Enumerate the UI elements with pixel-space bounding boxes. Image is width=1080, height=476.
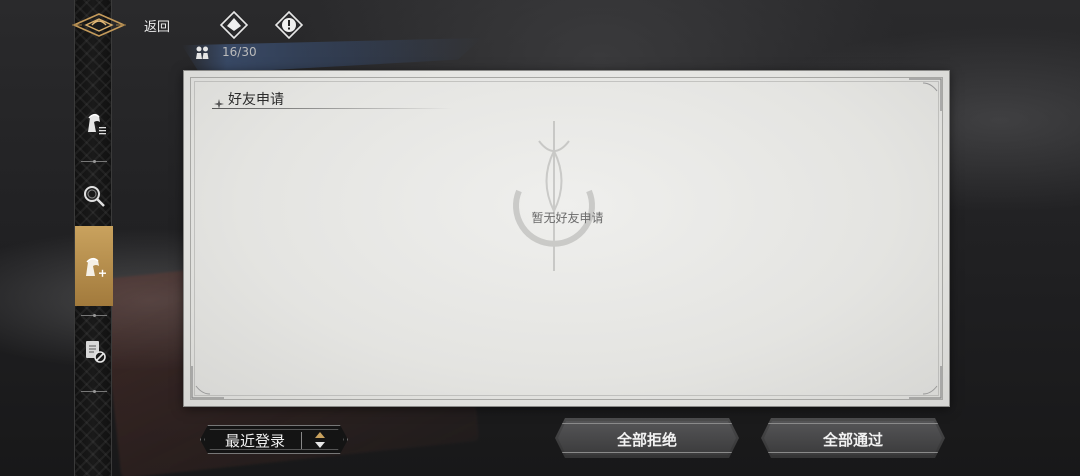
sort-arrows-icon: [313, 431, 327, 449]
corner-ornament-icon: [909, 366, 942, 399]
sort-divider: [301, 432, 302, 449]
title-underline: [212, 108, 452, 109]
friend-count: 16/30: [222, 45, 257, 59]
reject-all-button[interactable]: 全部拒绝: [555, 418, 739, 458]
alert-icon[interactable]: [274, 10, 304, 40]
rank-icon[interactable]: [219, 10, 249, 40]
sidebar-divider: [81, 312, 107, 318]
character-add-icon: [86, 257, 106, 277]
magnifier-icon: [84, 186, 105, 207]
character-list-icon: [88, 113, 106, 135]
sort-label: 最近登录: [225, 432, 286, 450]
scroll-block-icon: [86, 341, 106, 363]
empty-state-text: 暂无好友申请: [531, 211, 604, 225]
reject-all-label: 全部拒绝: [616, 431, 677, 449]
friends-icon: [196, 46, 209, 59]
accept-all-button[interactable]: 全部通过: [761, 418, 945, 458]
sidebar-divider: [81, 388, 107, 394]
back-logo-icon[interactable]: [72, 8, 126, 42]
corner-ornament-icon: [909, 78, 942, 111]
friend-request-panel: 好友申请 暂无好友申请: [183, 70, 950, 407]
sidebar-divider: [81, 158, 107, 164]
sort-dropdown[interactable]: 最近登录: [200, 425, 348, 454]
sidebar: [74, 0, 113, 476]
sidebar-item-search[interactable]: [75, 176, 113, 216]
sidebar-item-friend-requests[interactable]: [75, 226, 113, 306]
corner-ornament-icon: [191, 366, 224, 399]
accept-all-label: 全部通过: [822, 431, 883, 449]
panel-title: 好友申请: [228, 92, 284, 108]
sidebar-item-friends-list[interactable]: [75, 102, 113, 142]
back-button[interactable]: 返回: [144, 16, 170, 35]
empty-emblem-icon: [513, 121, 595, 271]
sidebar-item-blacklist[interactable]: [75, 330, 113, 370]
